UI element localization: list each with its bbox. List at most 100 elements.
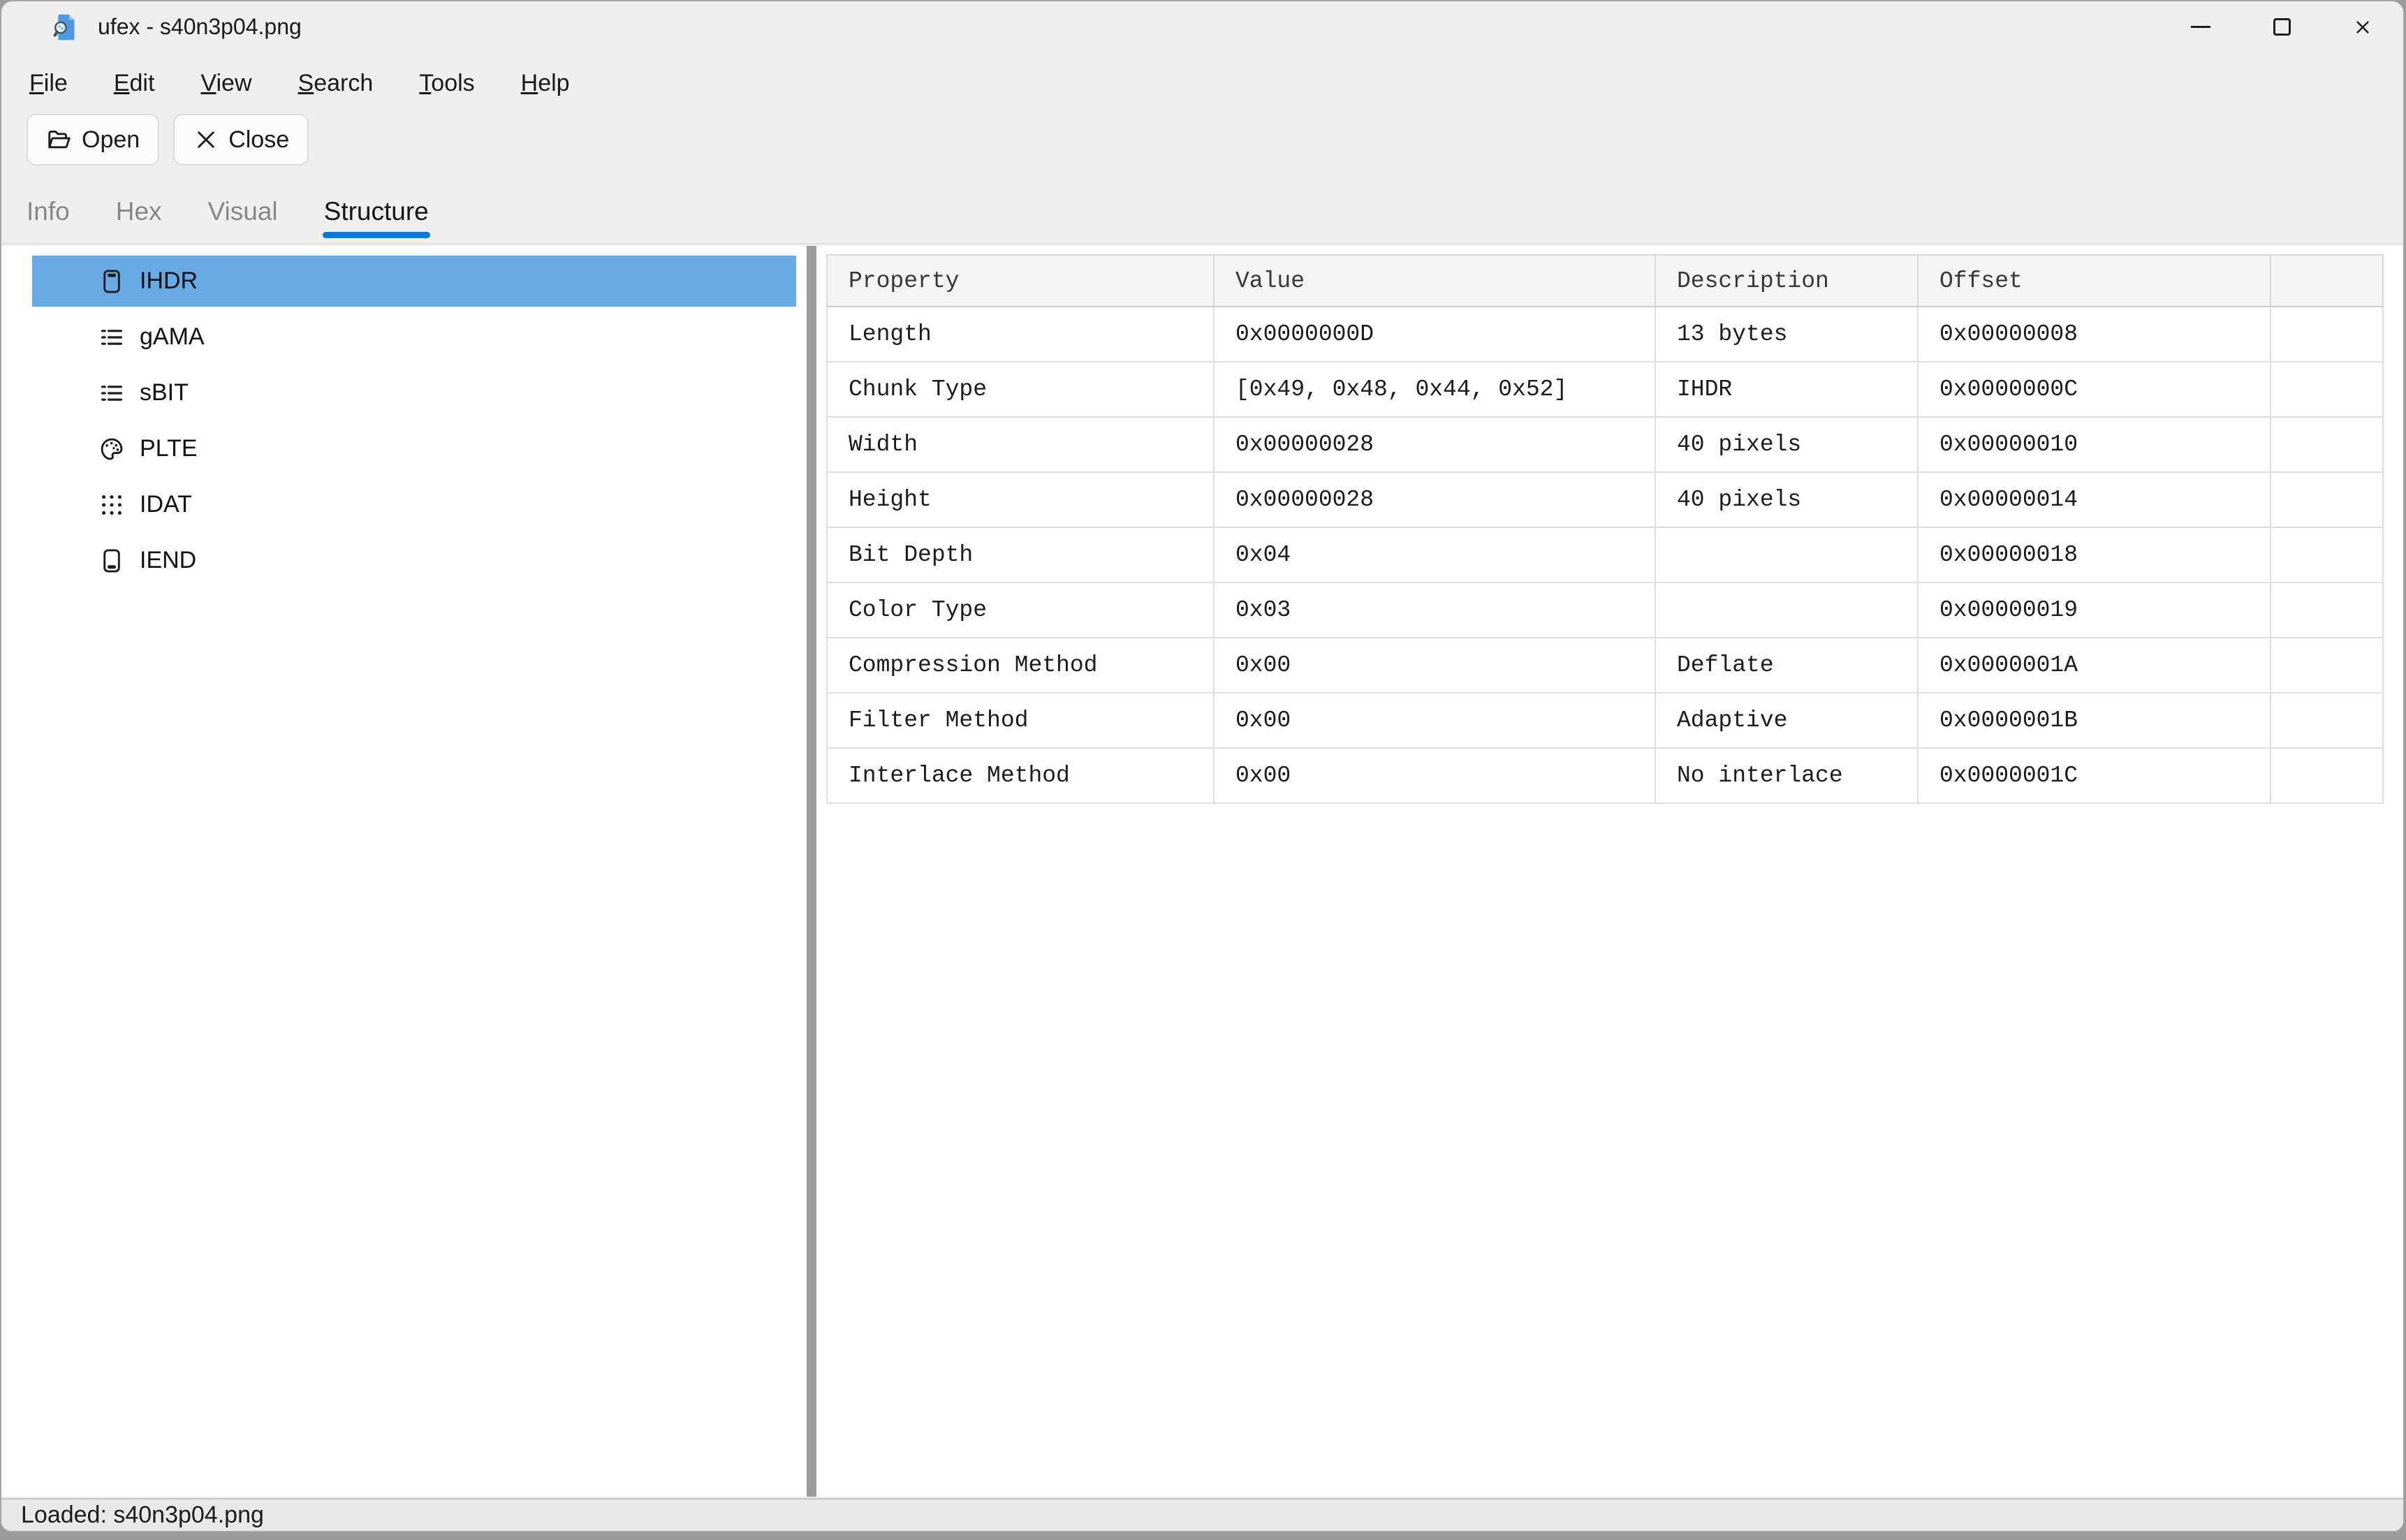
chunk-tree: IHDR gAMA sBIT	[1, 246, 807, 586]
window-controls	[2160, 1, 2403, 52]
tab-visual[interactable]: Visual	[208, 180, 278, 243]
column-header-offset: Offset	[1918, 255, 2271, 307]
column-header-value: Value	[1214, 255, 1655, 307]
cell-offset: 0x00000014	[1918, 472, 2271, 527]
cell-description: No interlace	[1655, 748, 1918, 803]
cell-value: 0x00000028	[1214, 472, 1655, 527]
tab-bar: Info Hex Visual Structure	[1, 180, 2403, 244]
maximize-button[interactable]	[2241, 1, 2322, 52]
cell-value: 0x00	[1214, 693, 1655, 748]
palette-icon	[98, 436, 125, 462]
cell-property: Height	[827, 472, 1214, 527]
tab-info[interactable]: Info	[27, 180, 70, 243]
tree-item-gama[interactable]: gAMA	[32, 311, 796, 362]
tree-item-ihdr[interactable]: IHDR	[32, 256, 796, 307]
tree-item-label: IHDR	[140, 267, 198, 295]
tree-item-label: sBIT	[140, 379, 189, 406]
close-icon	[2352, 17, 2373, 38]
close-button-label: Close	[228, 126, 289, 154]
cell-description	[1655, 527, 1918, 582]
cell-offset: 0x0000001A	[1918, 638, 2271, 693]
minimize-icon	[2191, 26, 2210, 28]
tree-item-sbit[interactable]: sBIT	[32, 367, 796, 418]
close-button[interactable]	[2322, 1, 2403, 52]
cell-description: 40 pixels	[1655, 472, 1918, 527]
tab-structure[interactable]: Structure	[324, 180, 429, 243]
close-file-button[interactable]: Close	[173, 114, 309, 166]
cell-property: Filter Method	[827, 693, 1214, 748]
cell-offset: 0x0000000C	[1918, 362, 2271, 417]
cell-value: [0x49, 0x48, 0x44, 0x52]	[1214, 362, 1655, 417]
cell-description: IHDR	[1655, 362, 1918, 417]
menu-item-help[interactable]: Help	[521, 70, 570, 97]
cell-extra	[2271, 472, 2383, 527]
status-bar: Loaded: s40n3p04.png	[1, 1498, 2403, 1531]
cell-property: Compression Method	[827, 638, 1214, 693]
cell-description: Deflate	[1655, 638, 1918, 693]
cell-offset: 0x0000001C	[1918, 748, 2271, 803]
app-window: ufex - s40n3p04.png File Edit View Searc…	[0, 0, 2405, 1532]
cell-property: Color Type	[827, 582, 1214, 638]
cell-property: Interlace Method	[827, 748, 1214, 803]
cell-value: 0x04	[1214, 527, 1655, 582]
table-row[interactable]: Height 0x00000028 40 pixels 0x00000014	[827, 472, 2383, 527]
tree-item-idat[interactable]: IDAT	[32, 479, 796, 530]
menu-item-file[interactable]: File	[29, 70, 68, 97]
cell-description	[1655, 582, 1918, 638]
tree-item-label: IEND	[140, 547, 196, 574]
list-lines-icon	[98, 380, 125, 406]
open-folder-icon	[46, 126, 73, 153]
cell-property: Chunk Type	[827, 362, 1214, 417]
cell-extra	[2271, 748, 2383, 803]
cell-description: 40 pixels	[1655, 417, 1918, 472]
column-header-property: Property	[827, 255, 1214, 307]
cell-extra	[2271, 307, 2383, 362]
table-row[interactable]: Chunk Type [0x49, 0x48, 0x44, 0x52] IHDR…	[827, 362, 2383, 417]
cell-value: 0x03	[1214, 582, 1655, 638]
cell-description: Adaptive	[1655, 693, 1918, 748]
cell-extra	[2271, 527, 2383, 582]
tree-item-plte[interactable]: PLTE	[32, 423, 796, 474]
open-button[interactable]: Open	[27, 114, 159, 166]
table-row[interactable]: Width 0x00000028 40 pixels 0x00000010	[827, 417, 2383, 472]
menu-item-edit[interactable]: Edit	[114, 70, 155, 97]
tab-hex[interactable]: Hex	[116, 180, 162, 243]
table-row[interactable]: Color Type 0x03 0x00000019	[827, 582, 2383, 638]
open-button-label: Open	[82, 126, 140, 154]
status-text: Loaded: s40n3p04.png	[21, 1502, 264, 1529]
close-x-icon	[193, 126, 219, 153]
column-header-extra	[2271, 255, 2383, 307]
tree-item-label: PLTE	[140, 435, 198, 462]
list-lines-icon	[98, 324, 125, 351]
cell-description: 13 bytes	[1655, 307, 1918, 362]
column-header-description: Description	[1655, 255, 1918, 307]
cell-value: 0x00	[1214, 748, 1655, 803]
chunk-end-icon	[98, 548, 125, 574]
window-title: ufex - s40n3p04.png	[98, 14, 302, 40]
table-row[interactable]: Filter Method 0x00 Adaptive 0x0000001B	[827, 693, 2383, 748]
cell-property: Length	[827, 307, 1214, 362]
cell-offset: 0x0000001B	[1918, 693, 2271, 748]
cell-value: 0x0000000D	[1214, 307, 1655, 362]
tree-item-iend[interactable]: IEND	[32, 535, 796, 586]
properties-table: Property Value Description Offset Length…	[826, 254, 2384, 804]
menu-item-view[interactable]: View	[200, 70, 251, 97]
table-row[interactable]: Compression Method 0x00 Deflate 0x000000…	[827, 638, 2383, 693]
table-row[interactable]: Length 0x0000000D 13 bytes 0x00000008	[827, 307, 2383, 362]
menu-item-tools[interactable]: Tools	[419, 70, 474, 97]
minimize-button[interactable]	[2160, 1, 2241, 52]
cell-value: 0x00	[1214, 638, 1655, 693]
cell-property: Width	[827, 417, 1214, 472]
cell-extra	[2271, 693, 2383, 748]
chunk-header-icon	[98, 268, 125, 295]
table-row[interactable]: Interlace Method 0x00 No interlace 0x000…	[827, 748, 2383, 803]
panel-splitter[interactable]	[807, 246, 816, 1497]
table-header-row: Property Value Description Offset	[827, 255, 2383, 307]
table-row[interactable]: Bit Depth 0x04 0x00000018	[827, 527, 2383, 582]
toolbar: Open Close	[1, 114, 2403, 180]
cell-offset: 0x00000008	[1918, 307, 2271, 362]
tree-item-label: IDAT	[140, 491, 192, 518]
properties-panel: Property Value Description Offset Length…	[816, 246, 2403, 1497]
cell-extra	[2271, 417, 2383, 472]
menu-item-search[interactable]: Search	[298, 70, 374, 97]
